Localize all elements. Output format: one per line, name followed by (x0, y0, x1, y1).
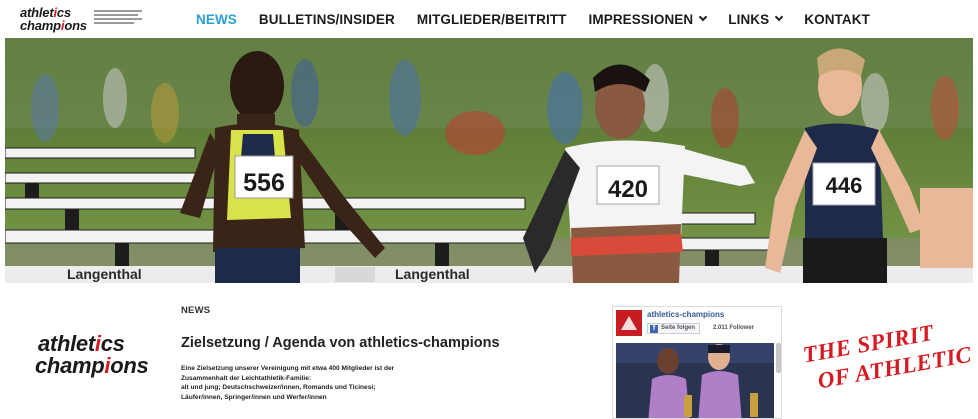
bib-556: 556 (243, 169, 285, 197)
athletes-photo (616, 343, 774, 418)
article-body: Eine Zielsetzung unserer Vereinigung mit… (181, 364, 601, 402)
bib-420: 420 (608, 176, 648, 203)
main-nav: NEWS BULLETINS/INSIDER MITGLIEDER/BEITRI… (196, 0, 892, 38)
bib-446: 446 (826, 173, 863, 198)
nav-label: MITGLIEDER/BEITRITT (416, 11, 567, 27)
nav-label: LINKS (728, 11, 770, 27)
chevron-down-icon (699, 12, 708, 22)
facebook-icon: f (650, 325, 658, 333)
logo-tagline-lines (94, 10, 144, 26)
fb-page-name[interactable]: athletics-champions (647, 310, 724, 319)
nav-label: BULLETINS/INSIDER (258, 11, 395, 27)
nav-item-mitglieder[interactable]: MITGLIEDER/BEITRITT (417, 12, 567, 27)
nav-item-bulletins[interactable]: BULLETINS/INSIDER (259, 12, 395, 27)
site-logo[interactable]: athletics champions (20, 5, 150, 33)
article-title[interactable]: Zielsetzung / Agenda von athletics-champ… (181, 335, 500, 351)
body-line: Eine Zielsetzung unserer Vereinigung mit… (181, 365, 395, 372)
brand-logo[interactable]: athletics champions (35, 333, 170, 385)
nav-item-links[interactable]: LINKS (728, 11, 784, 27)
banner-text-right: Langenthal (395, 266, 470, 282)
hero-image: Langenthal Langenthal 556 420 446 (5, 38, 973, 283)
spirit-of-athletics-logo: THE SPIRIT OF ATHLETICS (792, 313, 972, 393)
nav-item-news[interactable]: NEWS (196, 12, 237, 27)
section-kicker: NEWS (181, 305, 211, 316)
fb-cover-photo[interactable] (616, 343, 774, 418)
banner-text-left: Langenthal (67, 266, 142, 282)
logo-line-2: champions (20, 18, 87, 33)
chevron-down-icon (775, 12, 784, 22)
page-thumbnail[interactable] (616, 310, 642, 336)
nav-label: IMPRESSIONEN (588, 11, 694, 27)
facebook-page-widget: athletics-champions f Seite folgen 2.011… (612, 306, 782, 419)
hurdles-race-photo: Langenthal Langenthal 556 420 446 (5, 38, 973, 283)
nav-label: NEWS (196, 11, 237, 27)
follower-count: 2.011 Follower (713, 325, 755, 331)
news-article: NEWS Zielsetzung / Agenda von athletics-… (181, 305, 601, 401)
nav-item-impressionen[interactable]: IMPRESSIONEN (588, 11, 708, 27)
body-line: Läufer/innen, Springer/innen und Werfer/… (181, 393, 327, 401)
follow-label: Seite folgen (661, 325, 696, 331)
nav-item-kontakt[interactable]: KONTAKT (804, 12, 870, 27)
widget-scrollbar[interactable] (776, 343, 781, 373)
body-line: Zusammenhalt der Leichtathletik-Familie: (181, 374, 312, 382)
site-header: athletics champions NEWS BULLETINS/INSID… (0, 0, 978, 38)
body-line: alt und jung; Deutschschweizer/innen, Ro… (181, 384, 376, 391)
logo-line-1: athletics (38, 331, 125, 356)
follow-page-button[interactable]: f Seite folgen (647, 323, 701, 334)
logo-line-2: champions (35, 353, 149, 378)
nav-label: KONTAKT (804, 11, 870, 27)
